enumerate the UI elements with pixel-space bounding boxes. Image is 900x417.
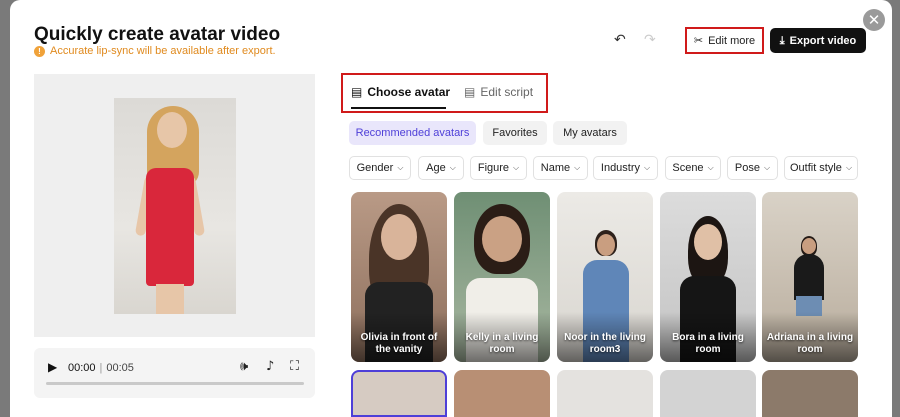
video-player-controls: ▶ 00:00 | 00:05 🕪 ♪ ⛶ [34, 348, 315, 398]
avatar-card-label: Bora in a living room [672, 332, 744, 355]
filter-outfit-style[interactable]: Outfit style ⌵ [784, 156, 858, 180]
current-time: 00:00 [68, 362, 96, 374]
play-icon[interactable]: ▶ [48, 360, 57, 374]
time-display: 00:00 | 00:05 [68, 362, 134, 374]
download-icon: ⤓ [779, 33, 785, 47]
chip-favorites[interactable]: Favorites [483, 121, 547, 145]
tab-choose-avatar-label: Choose avatar [367, 85, 451, 99]
tab-choose-avatar[interactable]: ▤ Choose avatar [351, 85, 450, 99]
chevron-down-icon: ⌵ [644, 163, 651, 172]
export-label: Export video [789, 34, 857, 47]
total-time: 00:05 [106, 362, 134, 374]
scissors-icon: ✂ [693, 34, 704, 47]
filter-age[interactable]: Age ⌵ [418, 156, 464, 180]
redo-icon[interactable]: ↷ [644, 32, 656, 48]
filter-name[interactable]: Name ⌵ [533, 156, 588, 180]
avatar-card-kelly[interactable]: Kelly in a living room [454, 192, 550, 362]
avatar-card-label: Kelly in a living room [465, 332, 539, 355]
chevron-down-icon: ⌵ [707, 163, 714, 172]
script-icon: ▤ [464, 85, 476, 99]
chevron-down-icon: ⌵ [574, 163, 581, 172]
chip-my-avatars[interactable]: My avatars [553, 121, 627, 145]
avatar-card-row2-3[interactable] [557, 370, 653, 417]
avatar-card-olivia[interactable]: Olivia in front of the vanity [351, 192, 447, 362]
tab-edit-script-label: Edit script [480, 85, 534, 99]
avatar-card-row2-4[interactable] [660, 370, 756, 417]
export-video-button[interactable]: ⤓ Export video [770, 28, 866, 53]
avatar-card-label: Adriana in a living room [766, 332, 854, 355]
edit-more-button[interactable]: ✂ Edit more [685, 27, 764, 54]
filter-industry[interactable]: Industry ⌵ [593, 156, 658, 180]
filter-gender[interactable]: Gender ⌵ [349, 156, 411, 180]
edit-more-label: Edit more [708, 34, 756, 47]
volume-icon[interactable]: 🕪 [240, 359, 248, 374]
avatar-card-row2-2[interactable] [454, 370, 550, 417]
chevron-down-icon: ⌵ [764, 163, 771, 172]
filter-scene[interactable]: Scene ⌵ [665, 156, 721, 180]
chevron-down-icon: ⌵ [449, 163, 456, 172]
avatar-card-label: Olivia in front of the vanity [360, 332, 438, 355]
dialog-title: Quickly create avatar video [34, 24, 281, 45]
close-icon[interactable]: ✕ [863, 9, 885, 31]
chip-recommended-avatars[interactable]: Recommended avatars [349, 121, 476, 145]
avatar-card-adriana[interactable]: Adriana in a living room [762, 192, 858, 362]
avatar-video-dialog: Quickly create avatar video ! Accurate l… [10, 0, 892, 417]
tiktok-icon[interactable]: ♪ [266, 359, 274, 374]
lip-sync-notice: ! Accurate lip-sync will be available af… [34, 45, 276, 57]
avatar-card-label: Noor in the living room3 [564, 332, 646, 355]
filter-pose[interactable]: Pose ⌵ [727, 156, 778, 180]
chevron-down-icon: ⌵ [397, 163, 404, 172]
filter-figure[interactable]: Figure ⌵ [470, 156, 527, 180]
avatar-card-row2-5[interactable] [762, 370, 858, 417]
fullscreen-icon[interactable]: ⛶ [290, 359, 299, 374]
undo-icon[interactable]: ↶ [614, 32, 626, 48]
tabs-highlight: ▤ Choose avatar ▤ Edit script [341, 73, 548, 113]
warning-icon: ! [34, 45, 45, 57]
notice-text: Accurate lip-sync will be available afte… [50, 45, 276, 57]
chevron-down-icon: ⌵ [845, 163, 853, 172]
avatar-card-bora[interactable]: Bora in a living room [660, 192, 756, 362]
avatar-preview-image [114, 98, 236, 314]
avatar-list-icon: ▤ [351, 85, 363, 99]
progress-bar[interactable] [46, 382, 304, 385]
time-separator: | [99, 362, 103, 374]
avatar-card-noor[interactable]: Noor in the living room3 [557, 192, 653, 362]
tab-edit-script[interactable]: ▤ Edit script [464, 85, 533, 99]
chevron-down-icon: ⌵ [513, 163, 520, 172]
avatar-preview-panel [34, 74, 315, 337]
active-tab-underline [351, 107, 446, 109]
avatar-card-row2-1[interactable] [351, 370, 447, 417]
